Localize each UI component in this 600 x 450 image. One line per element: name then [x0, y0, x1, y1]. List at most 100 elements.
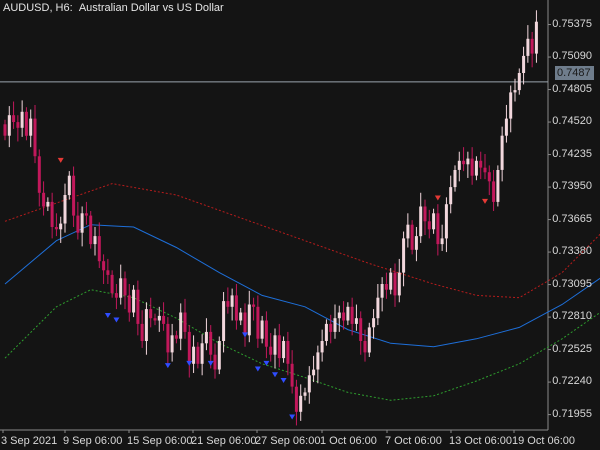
candle-body [84, 213, 88, 216]
candle-body [256, 306, 260, 339]
candle-body [307, 375, 311, 393]
candle-body [342, 312, 346, 321]
candle-body [367, 327, 371, 353]
candle-body [89, 215, 93, 245]
candle-body [37, 156, 41, 193]
lower-band-line [4, 289, 600, 401]
buy-arrow [164, 363, 171, 369]
candle-body [67, 175, 71, 196]
price-tick-label: 0.73665 [552, 212, 592, 225]
candle-body [299, 395, 303, 412]
candle-body [157, 315, 161, 321]
candle-body [372, 318, 376, 328]
candle-body [277, 335, 281, 359]
buy-arrow [280, 377, 287, 383]
candle-body [436, 213, 440, 245]
candle-body [174, 335, 178, 339]
candle-body [457, 160, 461, 170]
candle-body [54, 227, 58, 230]
time-tick-label: 19 Oct 06:00 [512, 435, 575, 447]
price-tick-label: 0.75375 [552, 17, 592, 30]
time-tick-label: 13 Oct 06:00 [449, 435, 512, 447]
candle-body [230, 295, 234, 307]
candle-body [226, 301, 230, 307]
candle-body [153, 318, 157, 321]
candle-body [406, 224, 410, 239]
candle-body [393, 272, 397, 296]
sell-arrow [434, 195, 441, 201]
buy-arrow [254, 366, 261, 372]
candle-body [264, 320, 268, 347]
candle-body [123, 278, 127, 296]
candle-body [114, 293, 118, 298]
candle-body [479, 160, 483, 168]
time-tick-label: 1 Oct 06:00 [320, 435, 377, 447]
candle-body [102, 261, 106, 271]
candle-body [63, 195, 67, 224]
candle-body [166, 323, 170, 353]
candle-body [410, 224, 414, 250]
current-price-badge: 0.7487 [555, 66, 594, 80]
candle-body [33, 118, 37, 157]
candle-body [312, 369, 316, 376]
candle-body [350, 306, 354, 324]
candle-body [106, 270, 110, 275]
candle-body [46, 201, 50, 207]
price-tick-label: 0.74235 [552, 147, 592, 160]
candle-body [513, 90, 517, 93]
candle-body [483, 167, 487, 173]
candle-body [530, 38, 534, 54]
candle-body [127, 295, 131, 313]
candle-body [526, 38, 530, 56]
candle-body [316, 352, 320, 370]
candle-body [329, 323, 333, 332]
candle-body [196, 346, 200, 364]
candle-body [414, 236, 418, 250]
time-tick-label: 9 Sep 06:00 [63, 435, 123, 447]
candle-body [294, 386, 298, 412]
candle-body [72, 175, 76, 216]
candle-body [354, 318, 358, 324]
candle-body [474, 160, 478, 176]
time-tick-label: 15 Sep 06:00 [127, 435, 193, 447]
candle-body [140, 323, 144, 341]
candle-body [359, 318, 363, 341]
candle-body [234, 295, 238, 321]
price-tick-label: 0.74520 [552, 115, 592, 128]
middle-line [4, 224, 600, 348]
buy-arrow [104, 312, 111, 318]
candle-body [24, 111, 28, 136]
chart-window[interactable]: AUDUSD, H6: Australian Dollar vs US Doll… [0, 0, 600, 450]
price-tick-label: 0.74805 [552, 82, 592, 95]
candle-body [509, 92, 513, 119]
buy-arrow [272, 372, 278, 378]
candle-body [204, 331, 208, 344]
candle-body [7, 115, 11, 136]
candle-body [380, 284, 384, 298]
candle-body [222, 301, 226, 341]
candle-body [534, 21, 538, 54]
symbol-label: AUDUSD, H6: [3, 2, 73, 14]
candle-body [522, 55, 526, 73]
candle-body [449, 187, 453, 205]
buy-arrow [113, 317, 120, 323]
candle-body [136, 289, 140, 324]
candle-body [132, 289, 136, 313]
candle-body [423, 206, 427, 222]
candle-body [149, 309, 153, 319]
candle-body [384, 284, 388, 290]
candle-body [363, 341, 367, 353]
candle-body [144, 309, 148, 341]
price-tick-label: 0.71955 [552, 407, 592, 420]
price-tick-label: 0.73095 [552, 277, 592, 290]
candle-body [470, 158, 474, 176]
candle-body [80, 213, 84, 233]
candle-body [444, 204, 448, 239]
candle-body [432, 213, 436, 230]
candle-body [397, 272, 401, 296]
buy-arrow [186, 360, 193, 366]
candle-body [119, 278, 123, 298]
price-chart[interactable] [0, 0, 600, 450]
candle-body [440, 238, 444, 245]
candle-body [76, 215, 80, 233]
